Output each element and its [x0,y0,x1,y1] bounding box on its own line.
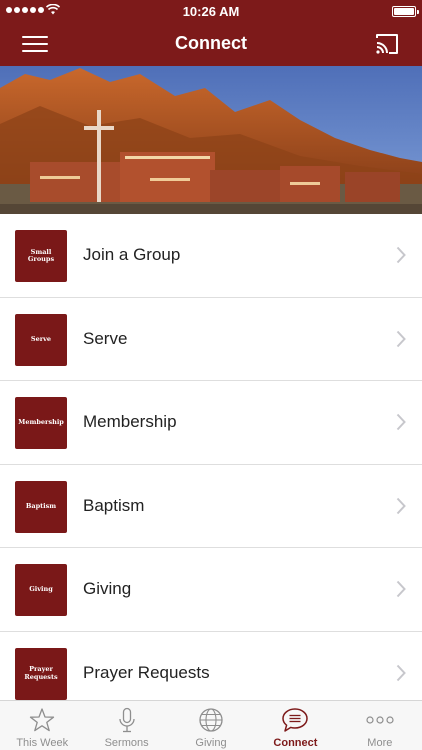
baptism-thumbnail: Baptism [15,480,67,533]
status-time: 10:26 AM [182,4,240,19]
list-item-label: Membership [83,412,177,431]
tab-bar: This Week Sermons Giving Connect More [0,700,422,750]
tab-label: Giving [195,737,227,749]
list-item-prayer-requests[interactable]: Prayer Requests Prayer Requests [0,631,422,700]
prayer-requests-thumbnail: Prayer Requests [15,647,67,700]
list-item-label: Baptism [83,495,145,515]
more-dots-icon [366,716,394,724]
list-item-label: Serve [83,328,128,348]
battery-icon [392,6,419,17]
chevron-right-icon [396,497,406,514]
membership-thumbnail: Membership [15,397,67,449]
giving-thumbnail: Giving [15,564,67,616]
list-item-label: Prayer Requests [83,662,210,682]
tab-label: Connect [273,737,318,749]
tab-giving[interactable]: Giving [169,701,253,750]
list-item-label: Join a Group [83,245,181,264]
tab-label: This Week [16,737,69,749]
list-item-join-a-group[interactable]: Small Groups Join a Group [0,214,422,298]
tab-this-week[interactable]: This Week [0,701,84,750]
list-item-serve[interactable]: Serve Serve [0,297,422,381]
chevron-right-icon [396,580,406,598]
hero-church-image [0,66,422,214]
chevron-right-icon [396,246,406,264]
list-item-baptism[interactable]: Baptism Baptism [0,464,422,548]
tab-more[interactable]: More [338,701,422,750]
app-header: 10:26 AM Connect [0,0,422,66]
status-bar: 10:26 AM [0,0,422,22]
star-icon [30,708,55,732]
tab-label: More [367,737,393,749]
connect-list: Small Groups Join a Group Serve Serve Me… [0,214,422,700]
chevron-right-icon [396,413,406,431]
list-item-membership[interactable]: Membership Membership [0,381,422,465]
tab-connect[interactable]: Connect [253,701,337,750]
list-item-giving[interactable]: Giving Giving [0,548,422,632]
chevron-right-icon [396,330,406,347]
small-groups-thumbnail: Small Groups [15,230,67,282]
tab-sermons[interactable]: Sermons [84,701,168,750]
list-item-label: Giving [83,579,132,598]
page-title: Connect [175,33,247,53]
tab-label: Sermons [104,737,149,749]
navigation-bar: Connect [0,22,422,66]
globe-icon [199,708,223,732]
cast-icon[interactable] [374,32,400,56]
chevron-right-icon [396,664,406,681]
serve-thumbnail: Serve [15,313,67,366]
chat-bubble-icon [282,708,309,732]
microphone-icon [118,707,135,733]
